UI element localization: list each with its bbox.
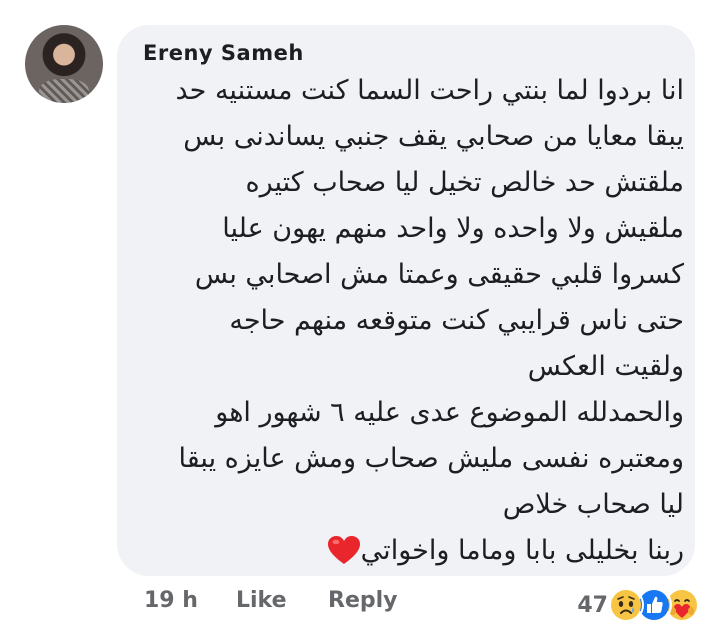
avatar-shirt (39, 79, 89, 103)
comment-line: انا بردوا لما بنتي راحت السما كنت مستنيه… (175, 75, 685, 106)
reply-button[interactable]: Reply (328, 588, 398, 613)
sad-icon (608, 587, 644, 623)
comment-last-line: ربنا بخليلى بابا وماما واخواتي (140, 528, 684, 574)
red-heart-icon (327, 534, 361, 564)
reaction-count: 47 (577, 592, 608, 618)
comment-time[interactable]: 19 h (144, 588, 198, 613)
comment-line: ملقتش حد خالص تخيل ليا صحاب كتيره (245, 167, 684, 198)
like-button[interactable]: Like (236, 588, 287, 613)
comment-line: ليا صحاب خلاص (502, 489, 684, 520)
comment-line: يبقا معايا من صحابي يقف جنبي يساندنى بس (183, 121, 684, 152)
comment-line: ملقيش ولا واحده ولا واحد منهم يهون عليا (222, 213, 684, 244)
comment-line: ومعتبره نفسى مليش صحاب ومش عايزه يبقا (178, 443, 684, 474)
reaction-summary[interactable]: 47 (577, 585, 700, 625)
comment-line: والحمدلله الموضوع عدى عليه ٦ شهور اهو (215, 397, 684, 428)
comment-line: كسروا قلبي حقيقى وعمتا مش اصحابي بس (194, 259, 684, 290)
comment-author[interactable]: Ereny Sameh (143, 41, 304, 65)
comment-line-text: ربنا بخليلى بابا وماما واخواتي (360, 535, 684, 566)
comment-line: حتى ناس قرايبي كنت متوقعه منهم حاجه (229, 305, 684, 336)
avatar[interactable] (25, 25, 103, 103)
comment-line: ولقيت العكس (527, 351, 684, 382)
comment-body: انا بردوا لما بنتي راحت السما كنت مستنيه… (140, 68, 685, 574)
